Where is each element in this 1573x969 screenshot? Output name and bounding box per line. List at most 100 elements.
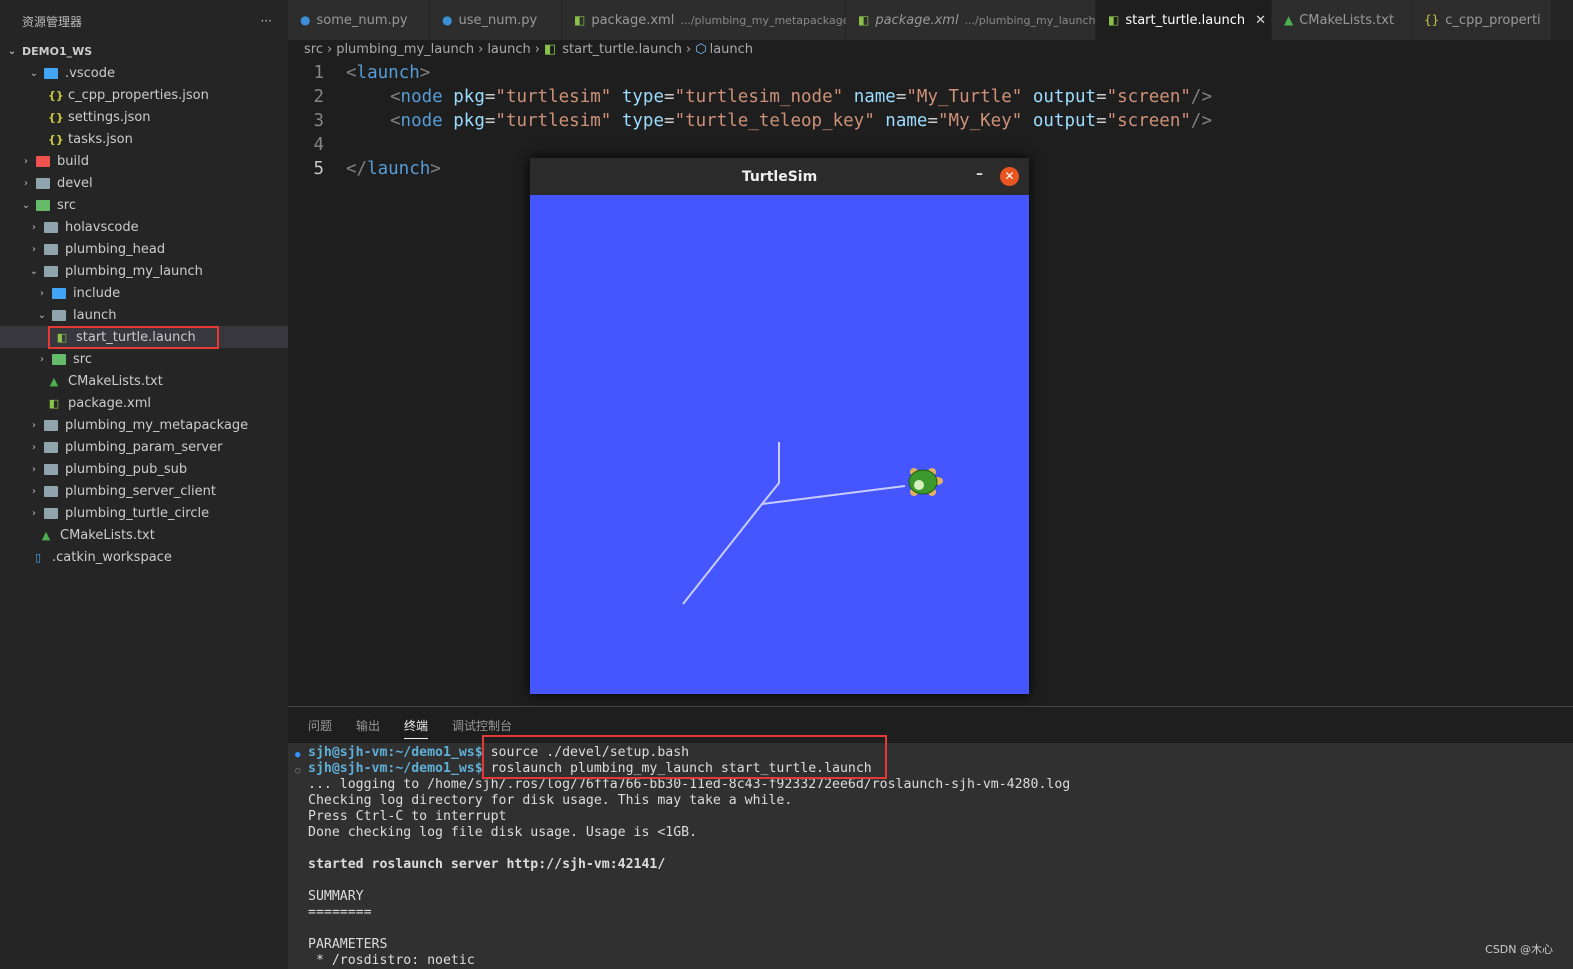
json-icon: {}: [48, 88, 64, 102]
symbol-icon: ⬡: [695, 42, 707, 57]
terminal-line: started roslaunch server http://sjh-vm:4…: [308, 857, 666, 872]
file-type-icon: ◧: [574, 13, 586, 27]
tree-item-label: tasks.json: [68, 131, 133, 147]
tab-start_turtle-launch[interactable]: ◧ start_turtle.launch ✕: [1096, 0, 1272, 40]
turtle-path: [682, 442, 780, 605]
breadcrumb-item[interactable]: src: [304, 42, 323, 57]
tree-item-label: plumbing_pub_sub: [65, 461, 188, 477]
folder-icon: [52, 287, 66, 299]
attr: type: [621, 111, 665, 131]
turtlesim-titlebar[interactable]: TurtleSim – ✕: [530, 158, 1029, 195]
chevron-right-icon: ›: [24, 177, 28, 189]
xml-file-icon: ◧: [543, 42, 557, 57]
tree-item[interactable]: › holavscode: [0, 216, 288, 238]
attr: type: [621, 87, 665, 107]
tree-item[interactable]: › devel: [0, 172, 288, 194]
close-button[interactable]: ✕: [1000, 167, 1019, 186]
breadcrumb: src › plumbing_my_launch › launch › ◧ start_tur…: [304, 42, 753, 60]
line-number: 5: [313, 159, 324, 179]
tree-item-label: launch: [73, 307, 117, 323]
tree-item[interactable]: › include: [0, 282, 288, 304]
tab-CMakeLists-txt[interactable]: ▲ CMakeLists.txt: [1272, 0, 1412, 40]
tree-item[interactable]: › plumbing_param_server: [0, 436, 288, 458]
tree-item-label: settings.json: [68, 109, 151, 125]
tree-item[interactable]: ▯ .catkin_workspace: [0, 546, 288, 568]
tab-terminal[interactable]: 终端: [404, 717, 429, 739]
tree-item-label: plumbing_head: [65, 241, 166, 257]
tab-use_num-py[interactable]: ● use_num.py: [430, 0, 562, 40]
tab-c_cpp_properti[interactable]: {} c_cpp_properti: [1412, 0, 1552, 40]
turtlesim-window[interactable]: TurtleSim – ✕: [530, 158, 1029, 694]
success-dot-icon: ●: [295, 750, 301, 760]
minimize-button[interactable]: –: [976, 166, 983, 182]
tree-item[interactable]: › plumbing_head: [0, 238, 288, 260]
tab-problems[interactable]: 问题: [308, 717, 332, 741]
val: "My_Key": [938, 111, 1023, 131]
chevron-down-icon: ⌄: [29, 67, 39, 79]
tab-label: start_turtle.launch: [1125, 12, 1246, 28]
window-title: TurtleSim: [741, 168, 818, 185]
attr: name: [853, 87, 896, 107]
chevron-right-icon: ›: [32, 485, 36, 497]
tree-item[interactable]: › plumbing_server_client: [0, 480, 288, 502]
tree-item-label: build: [57, 153, 89, 169]
folder-icon: [44, 485, 58, 497]
close-tab-icon[interactable]: ✕: [1255, 13, 1266, 28]
tag: launch: [367, 159, 431, 179]
tab-label: CMakeLists.txt: [1299, 12, 1395, 28]
folder-icon: [36, 177, 50, 189]
tree-item[interactable]: {} settings.json: [0, 106, 288, 128]
tab-package-xml[interactable]: ◧ package.xml .../plumbing_my_launch: [846, 0, 1096, 40]
tree-item[interactable]: ⌄ .vscode: [0, 62, 288, 84]
tree-item[interactable]: ▲ CMakeLists.txt: [0, 524, 288, 546]
workspace-root[interactable]: ⌄ DEMO1_WS: [0, 40, 288, 62]
val: "turtle_teleop_key": [674, 111, 875, 131]
val: "My_Turtle": [906, 87, 1023, 107]
tree-item[interactable]: ⌄ plumbing_my_launch: [0, 260, 288, 282]
line-number: 3: [313, 111, 324, 131]
tree-item[interactable]: ⌄ launch: [0, 304, 288, 326]
more-actions-button[interactable]: ···: [261, 14, 272, 28]
pending-dot-icon: ○: [295, 766, 301, 776]
folder-icon: [44, 221, 58, 233]
tree-item[interactable]: › src: [0, 348, 288, 370]
watermark: CSDN @木心: [1485, 943, 1553, 956]
tree-item[interactable]: ▲ CMakeLists.txt: [0, 370, 288, 392]
terminal-line: * /rosdistro: noetic: [308, 953, 475, 968]
tab-some_num-py[interactable]: ● some_num.py: [288, 0, 430, 40]
terminal-line: Press Ctrl-C to interrupt: [308, 809, 507, 824]
tree-item-label: plumbing_turtle_circle: [65, 505, 210, 521]
breadcrumb-item[interactable]: launch: [487, 42, 530, 57]
tree-item[interactable]: › build: [0, 150, 288, 172]
breadcrumb-item[interactable]: plumbing_my_launch: [336, 42, 474, 57]
tree-item[interactable]: ◧ package.xml: [0, 392, 288, 414]
tree-item[interactable]: ⌄ src: [0, 194, 288, 216]
breadcrumb-item[interactable]: start_turtle.launch: [562, 42, 682, 57]
code-line: 2 < node pkg = "turtlesim" type = "turtlesim_n…: [290, 85, 1212, 109]
tree-item[interactable]: › plumbing_my_metapackage: [0, 414, 288, 436]
line-number: 4: [313, 135, 324, 155]
terminal-line: ... logging to /home/sjh/.ros/log/76ffa7…: [308, 777, 1071, 792]
tree-item[interactable]: › plumbing_turtle_circle: [0, 502, 288, 524]
prompt: sjh@sjh-vm:~/demo1_ws$: [308, 761, 483, 776]
folder-icon: [44, 265, 58, 277]
chevron-right-icon: ›: [40, 353, 44, 365]
tab-label: package.xml: [875, 12, 959, 28]
tree-item[interactable]: {} c_cpp_properties.json: [0, 84, 288, 106]
breadcrumb-item[interactable]: launch: [710, 42, 753, 57]
tab-package-xml[interactable]: ◧ package.xml .../plumbing_my_metapackage: [562, 0, 849, 40]
folder-icon: [36, 155, 50, 167]
folder-icon: [44, 419, 58, 431]
tree-item-label: src: [57, 197, 76, 213]
chevron-right-icon: ›: [40, 287, 44, 299]
terminal[interactable]: ● ○ sjh@sjh-vm:~/demo1_ws$ source ./devel/…: [288, 735, 1573, 969]
tree-item[interactable]: › plumbing_pub_sub: [0, 458, 288, 480]
file-type-icon: {}: [1424, 13, 1440, 27]
tab-output[interactable]: 输出: [356, 717, 380, 741]
terminal-line: Done checking log file disk usage. Usage…: [308, 825, 698, 840]
tree-item[interactable]: {} tasks.json: [0, 128, 288, 150]
tree-item-label: .vscode: [65, 65, 115, 81]
attr: name: [885, 111, 928, 131]
chevron-right-icon: ›: [32, 441, 36, 453]
